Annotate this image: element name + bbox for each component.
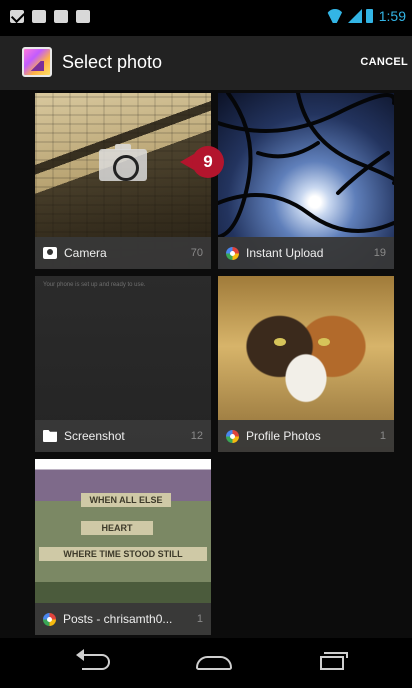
voicemail-icon (32, 10, 46, 23)
album-tile-profile-photos[interactable]: Profile Photos 1 (218, 276, 394, 452)
system-icons: 1:59 (326, 8, 406, 24)
gallery-app-icon[interactable] (22, 47, 52, 77)
notification-icons (10, 10, 90, 23)
navigation-bar (0, 638, 412, 688)
home-button[interactable] (194, 650, 234, 676)
album-label: Camera 70 (35, 237, 211, 269)
back-button[interactable] (76, 649, 116, 676)
camera-icon (99, 144, 147, 181)
album-count: 19 (373, 247, 386, 259)
album-name: Camera (64, 246, 107, 260)
sign-text: HEART (81, 521, 153, 535)
signal-icon (347, 9, 362, 23)
album-name: Profile Photos (246, 429, 321, 443)
bag-icon (76, 10, 90, 23)
album-tile-camera[interactable]: Camera 70 (35, 93, 211, 269)
tree-branches-image (218, 93, 394, 237)
camera-icon (43, 247, 57, 259)
cat-eye (274, 338, 286, 346)
action-bar: Select photo CANCEL (0, 36, 412, 90)
picasa-icon (226, 429, 239, 443)
album-name: Screenshot (64, 429, 125, 443)
callout-number: 9 (192, 146, 224, 178)
album-label: Profile Photos 1 (218, 420, 394, 452)
mail-icon (10, 10, 24, 23)
album-count: 70 (190, 247, 203, 259)
folder-icon (43, 430, 57, 442)
page-title: Select photo (62, 52, 163, 72)
album-label: Instant Upload 19 (218, 237, 394, 269)
step-callout: 9 (180, 146, 224, 178)
album-tile-posts[interactable]: WHEN ALL ELSE HEART WHERE TIME STOOD STI… (35, 459, 211, 635)
album-label: Posts - chrisamth0... 1 (35, 603, 211, 635)
sign-text: WHERE TIME STOOD STILL (39, 547, 207, 561)
album-label: Screenshot 12 (35, 420, 211, 452)
picasa-icon (43, 612, 56, 626)
album-count: 1 (196, 613, 203, 625)
sign-text: WHEN ALL ELSE (81, 493, 171, 507)
wifi-icon (326, 9, 344, 23)
album-count: 1 (379, 430, 386, 442)
album-count: 12 (190, 430, 203, 442)
image-icon (54, 10, 68, 23)
back-icon (76, 649, 110, 670)
cancel-button[interactable]: CANCEL (360, 56, 408, 68)
status-bar: 1:59 (0, 0, 412, 36)
battery-icon (365, 9, 373, 23)
album-name: Instant Upload (246, 246, 324, 260)
album-tile-instant-upload[interactable]: Instant Upload 19 (218, 93, 394, 269)
recent-apps-button[interactable] (312, 650, 352, 676)
home-icon (196, 656, 232, 670)
cat-eye (318, 338, 330, 346)
picasa-icon (226, 246, 239, 260)
thumbnail-notice-text: Your phone is set up and ready to use. (43, 282, 146, 288)
clock: 1:59 (378, 8, 406, 24)
album-name: Posts - chrisamth0... (63, 612, 173, 626)
recent-apps-icon (320, 652, 348, 670)
album-tile-screenshot[interactable]: Your phone is set up and ready to use. S… (35, 276, 211, 452)
